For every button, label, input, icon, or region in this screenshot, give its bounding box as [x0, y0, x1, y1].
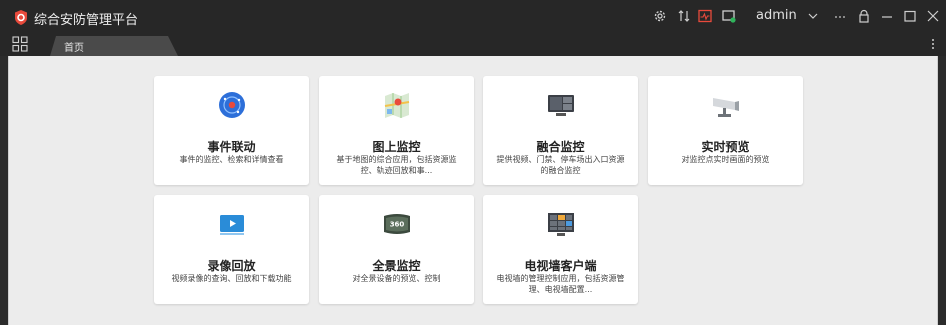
card-description: 事件的监控、检索和详情查看: [179, 155, 284, 164]
map-icon: [384, 93, 410, 118]
title-bar: 综合安防管理平台 admin: [0, 0, 946, 33]
card-title: 电视墙客户端: [524, 259, 597, 273]
card-description: 对监控点实时画面的预览: [681, 155, 770, 164]
playback-icon: [220, 215, 244, 235]
card-tv-wall-client[interactable]: 电视墙客户端 电视墙的管理控制应用，包括资源管理、电视墙配置...: [483, 195, 638, 304]
home-panel: 事件联动 事件的监控、检索和详情查看 图上监控 基于地图的综合应用，包括资源监控…: [8, 56, 938, 325]
card-fusion-monitoring[interactable]: 融合监控 提供视频、门禁、停车场出入口资源的融合监控: [483, 76, 638, 185]
card-title: 融合监控: [536, 140, 585, 154]
more-vertical-icon[interactable]: [930, 37, 936, 51]
sort-icon[interactable]: [677, 9, 691, 23]
app-title: 综合安防管理平台: [34, 13, 139, 28]
alarm-monitor-icon[interactable]: [698, 9, 712, 23]
card-description: 提供视频、门禁、停车场出入口资源的融合监控: [496, 155, 625, 175]
card-panorama-monitoring[interactable]: 360 全景监控 对全景设备的预览、控制: [319, 195, 474, 304]
card-description: 对全景设备的预览、控制: [352, 274, 441, 283]
card-description: 视频录像的查询、回放和下载功能: [171, 274, 292, 283]
card-title: 全景监控: [372, 259, 421, 273]
user-name[interactable]: admin: [756, 8, 797, 23]
event-icon: [219, 92, 245, 118]
card-title: 录像回放: [207, 259, 256, 273]
maximize-icon[interactable]: [903, 9, 917, 23]
gear-icon[interactable]: [653, 9, 667, 23]
screen-status-icon[interactable]: [722, 9, 736, 23]
app-logo-icon: [15, 10, 27, 25]
tv-wall-icon: [548, 213, 574, 236]
close-icon[interactable]: [926, 9, 940, 23]
card-event-linkage[interactable]: 事件联动 事件的监控、检索和详情查看: [154, 76, 309, 185]
minimize-icon[interactable]: [880, 9, 894, 23]
card-map-monitoring[interactable]: 图上监控 基于地图的综合应用，包括资源监控、轨迹回放和事...: [319, 76, 474, 185]
card-playback[interactable]: 录像回放 视频录像的查询、回放和下载功能: [154, 195, 309, 304]
panorama-icon: 360: [384, 214, 410, 234]
more-horizontal-icon[interactable]: [833, 9, 847, 23]
card-description: 电视墙的管理控制应用，包括资源管理、电视墙配置...: [496, 274, 625, 294]
svg-text:360: 360: [390, 221, 405, 229]
tab-home[interactable]: 首页: [50, 36, 180, 56]
chevron-down-icon[interactable]: [806, 9, 820, 23]
lock-icon[interactable]: [857, 9, 871, 23]
card-title: 图上监控: [372, 140, 421, 154]
app-grid-icon[interactable]: [12, 36, 28, 52]
card-description: 基于地图的综合应用，包括资源监控、轨迹回放和事...: [336, 155, 457, 175]
card-title: 事件联动: [207, 140, 256, 154]
card-live-preview[interactable]: 实时预览 对监控点实时画面的预览: [648, 76, 803, 185]
tab-bar: 首页: [0, 33, 946, 56]
monitor-icon: [548, 95, 574, 116]
camera-icon: [713, 98, 739, 117]
card-title: 实时预览: [701, 140, 750, 154]
tab-label: 首页: [64, 43, 84, 54]
